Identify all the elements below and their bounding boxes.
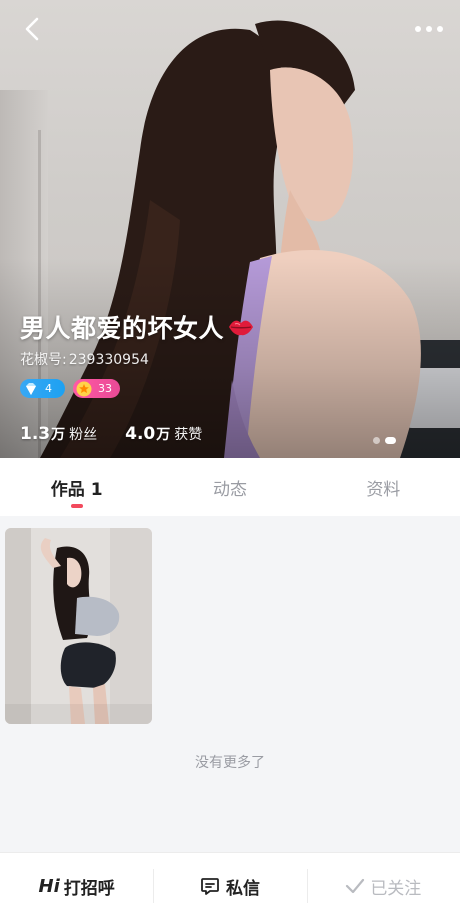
tab-active-indicator: [70, 504, 83, 508]
followers-label[interactable]: 粉丝: [69, 424, 97, 444]
tab-works-label: 作品 1: [50, 479, 103, 500]
profile-badges: 4 33: [20, 379, 120, 398]
profile-tabs: 作品 1 动态 资料: [0, 458, 460, 516]
star-level: 33: [98, 382, 112, 395]
id-value: 239330954: [68, 352, 149, 368]
carousel-dot[interactable]: [373, 437, 380, 444]
carousel-dots: [373, 437, 396, 444]
likes-label: 获赞: [174, 427, 203, 443]
message-button[interactable]: 私信: [153, 853, 306, 919]
likes-count: 4.0: [125, 424, 156, 444]
back-arrow-icon[interactable]: [18, 14, 48, 44]
work-thumbnail-image: [5, 528, 152, 724]
work-thumbnail[interactable]: [5, 528, 152, 724]
followers-count: 1.3: [20, 424, 51, 444]
level-badge-diamond[interactable]: 4: [20, 379, 65, 398]
bottom-action-bar: Hi 打招呼 私信 已关注: [0, 852, 460, 919]
profile-id: 花椒号: 239330954: [20, 349, 149, 369]
tab-moments[interactable]: 动态: [153, 458, 306, 516]
chat-bubble-icon: [201, 878, 219, 895]
likes-unit: 万: [156, 427, 171, 443]
follow-label: 已关注: [370, 878, 422, 899]
tab-moments-label: 动态: [212, 479, 247, 500]
follow-button[interactable]: 已关注: [306, 853, 460, 919]
diamond-level: 4: [45, 382, 52, 395]
tab-info-label: 资料: [366, 479, 401, 500]
no-more-text: 没有更多了: [195, 755, 265, 771]
tab-works[interactable]: 作品 1: [0, 458, 153, 516]
hi-icon: Hi: [38, 875, 60, 897]
lips-icon: [229, 320, 254, 336]
check-icon: [346, 878, 365, 894]
works-grid: 没有更多了: [0, 516, 460, 852]
message-label: 私信: [225, 878, 260, 899]
more-options-icon[interactable]: [412, 16, 446, 42]
greet-button[interactable]: Hi 打招呼: [0, 853, 153, 919]
profile-stats: 1.3 万 粉丝 4.0 万 获赞: [20, 424, 202, 444]
star-icon: [76, 381, 92, 396]
greet-label: 打招呼: [63, 878, 115, 899]
level-badge-star[interactable]: 33: [73, 379, 120, 398]
id-label: 花椒号:: [20, 352, 67, 368]
profile-nickname: 男人都爱的坏女人: [20, 309, 254, 345]
tab-profile-info[interactable]: 资料: [307, 458, 460, 516]
profile-cover[interactable]: 男人都爱的坏女人 花椒号: 239330954 4 33 1.3 万 粉丝 4.…: [0, 0, 460, 458]
diamond-icon: [26, 382, 36, 395]
nickname-text: 男人都爱的坏女人: [20, 314, 225, 343]
followers-unit: 万: [51, 427, 66, 443]
carousel-dot-active[interactable]: [385, 437, 396, 444]
